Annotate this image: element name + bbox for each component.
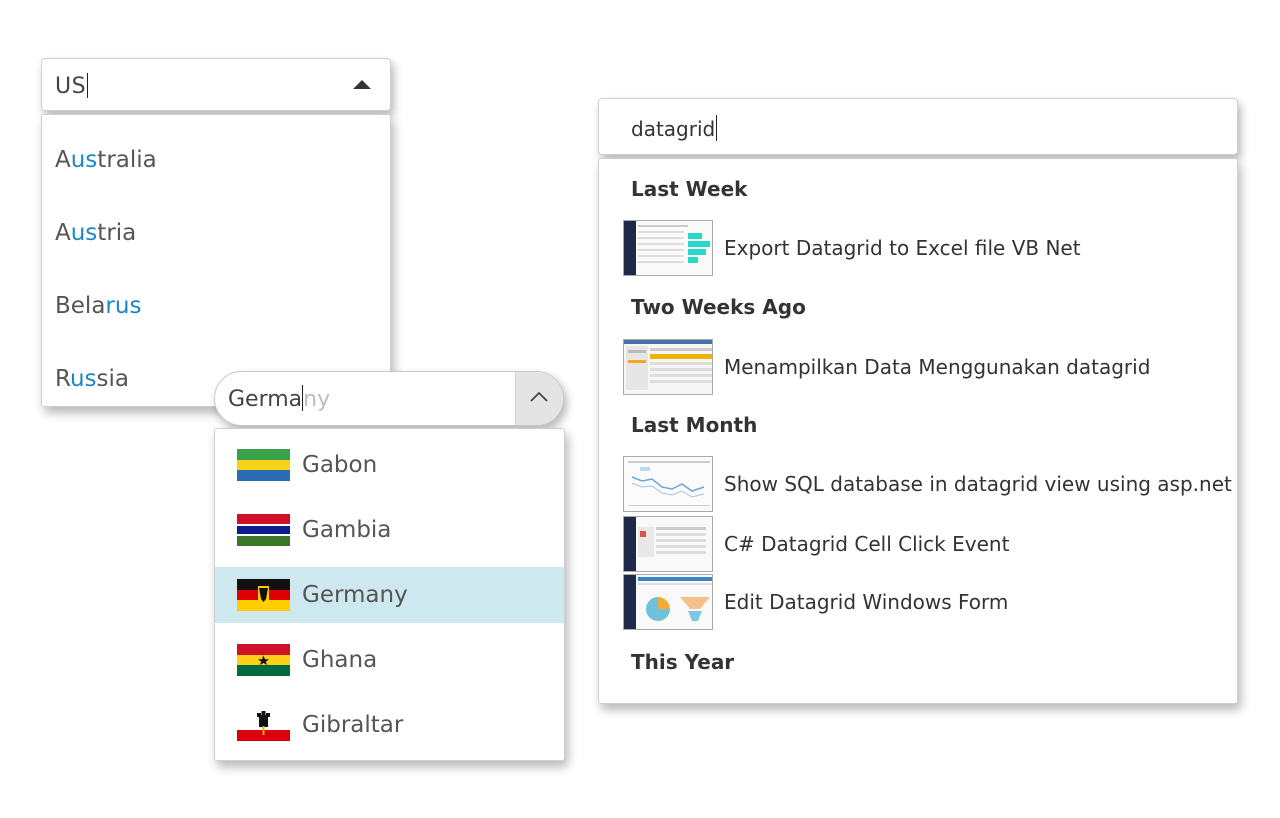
result-item-label: Edit Datagrid Windows Form bbox=[724, 590, 1009, 614]
flag-combobox-input[interactable]: Germany bbox=[214, 371, 564, 426]
gabon-flag-icon bbox=[237, 449, 290, 481]
flag-combobox-text: Germany bbox=[228, 385, 331, 412]
group-header-last-month: Last Month bbox=[631, 413, 758, 437]
result-item[interactable]: Export Datagrid to Excel file VB Net bbox=[623, 220, 1223, 278]
gibraltar-flag-icon bbox=[237, 709, 290, 741]
group-header-two-weeks-ago: Two Weeks Ago bbox=[631, 295, 806, 319]
article-thumbnail bbox=[623, 220, 713, 276]
list-item-germany[interactable]: Germany bbox=[215, 567, 564, 623]
result-item[interactable]: C# Datagrid Cell Click Event bbox=[623, 516, 1223, 574]
country-dropdown-list: Australia Austria Belarus Russia bbox=[41, 114, 391, 407]
result-item[interactable]: Menampilkan Data Menggunakan datagrid bbox=[623, 339, 1223, 397]
list-item-label: Germany bbox=[302, 582, 408, 608]
text-caret bbox=[87, 73, 89, 98]
result-item-label: C# Datagrid Cell Click Event bbox=[724, 532, 1010, 556]
result-item-label: Show SQL database in datagrid view using… bbox=[724, 472, 1232, 496]
search-results-list: Last Week Export Datagrid to Excel file … bbox=[598, 158, 1238, 704]
result-item-label: Menampilkan Data Menggunakan datagrid bbox=[724, 355, 1151, 379]
country-combobox-input[interactable]: US bbox=[41, 58, 391, 111]
list-item-gambia[interactable]: Gambia bbox=[215, 502, 564, 558]
article-thumbnail bbox=[623, 456, 713, 512]
chevron-up-icon[interactable] bbox=[353, 80, 371, 89]
list-item[interactable]: Belarus bbox=[42, 270, 390, 343]
article-thumbnail bbox=[623, 516, 713, 572]
text-caret bbox=[716, 115, 718, 141]
group-header-this-year: This Year bbox=[631, 650, 735, 674]
list-item[interactable]: Austria bbox=[42, 197, 390, 270]
group-header-last-week: Last Week bbox=[631, 177, 748, 201]
country-combobox-text: US bbox=[55, 73, 89, 99]
result-item[interactable]: Edit Datagrid Windows Form bbox=[623, 574, 1223, 632]
flag-dropdown-list: Gabon Gambia Germany Ghana Gibraltar bbox=[214, 428, 565, 761]
article-thumbnail bbox=[623, 574, 713, 630]
germany-flag-icon bbox=[237, 579, 290, 611]
list-item-ghana[interactable]: Ghana bbox=[215, 632, 564, 688]
result-item-label: Export Datagrid to Excel file VB Net bbox=[724, 236, 1081, 260]
ghana-flag-icon bbox=[237, 644, 290, 676]
list-item-gibraltar[interactable]: Gibraltar bbox=[215, 697, 564, 753]
list-item-gabon[interactable]: Gabon bbox=[215, 437, 564, 493]
chevron-up-icon bbox=[530, 391, 548, 402]
gambia-flag-icon bbox=[237, 514, 290, 546]
dropdown-toggle-button[interactable] bbox=[515, 372, 563, 425]
search-input-text: datagrid bbox=[631, 115, 718, 141]
result-item[interactable]: Show SQL database in datagrid view using… bbox=[623, 456, 1232, 514]
list-item[interactable]: Australia bbox=[42, 124, 390, 197]
list-item-label: Gabon bbox=[302, 452, 378, 478]
list-item-label: Ghana bbox=[302, 647, 378, 673]
article-thumbnail bbox=[623, 339, 713, 395]
list-item-label: Gambia bbox=[302, 517, 392, 543]
list-item-label: Gibraltar bbox=[302, 712, 404, 738]
search-input[interactable]: datagrid bbox=[598, 98, 1238, 155]
autocomplete-suggestion: ny bbox=[303, 387, 331, 412]
